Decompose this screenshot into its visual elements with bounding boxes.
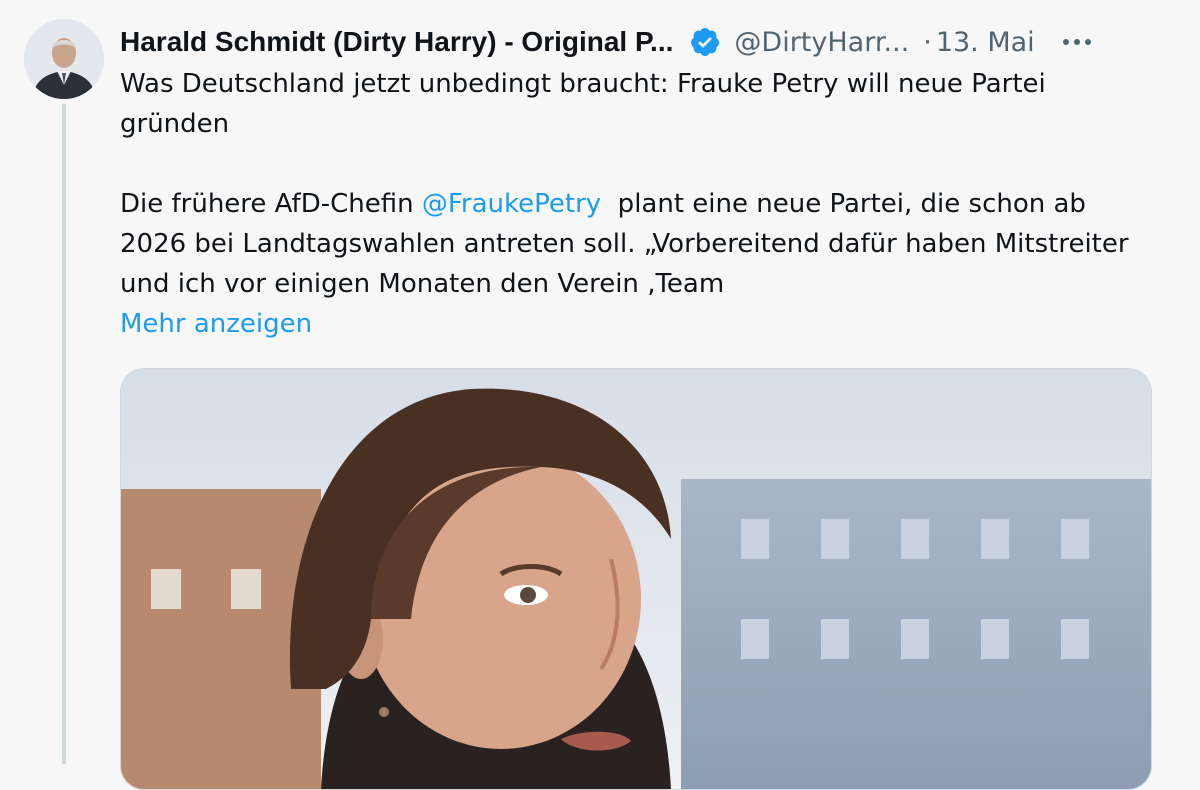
tweet-body: Die frühere AfD-Chefin @FraukePetry plan… <box>120 184 1160 304</box>
author-handle[interactable]: @DirtyHarr... <box>734 27 909 58</box>
thread-line <box>62 104 66 764</box>
tweet-date[interactable]: 13. Mai <box>936 27 1035 58</box>
tweet-media-photo[interactable] <box>120 368 1152 790</box>
photo-image <box>121 369 1151 789</box>
tweet-headline: Was Deutschland jetzt unbedingt braucht:… <box>120 69 1046 139</box>
verified-badge-icon[interactable] <box>689 26 721 58</box>
tweet-header: Harald Schmidt (Dirty Harry) - Original … <box>120 22 1180 62</box>
separator-dot: · <box>923 26 932 58</box>
more-dots-icon[interactable] <box>1059 24 1095 60</box>
author-name[interactable]: Harald Schmidt (Dirty Harry) - Original … <box>120 26 673 58</box>
show-more-link[interactable]: Mehr anzeigen <box>120 304 1160 344</box>
mention-link[interactable]: @FraukePetry <box>422 189 601 219</box>
avatar-image <box>24 19 104 99</box>
tweet-text: Was Deutschland jetzt unbedingt braucht:… <box>120 64 1160 344</box>
author-avatar[interactable] <box>24 19 104 99</box>
tweet-body-start: Die frühere AfD-Chefin <box>120 189 422 219</box>
